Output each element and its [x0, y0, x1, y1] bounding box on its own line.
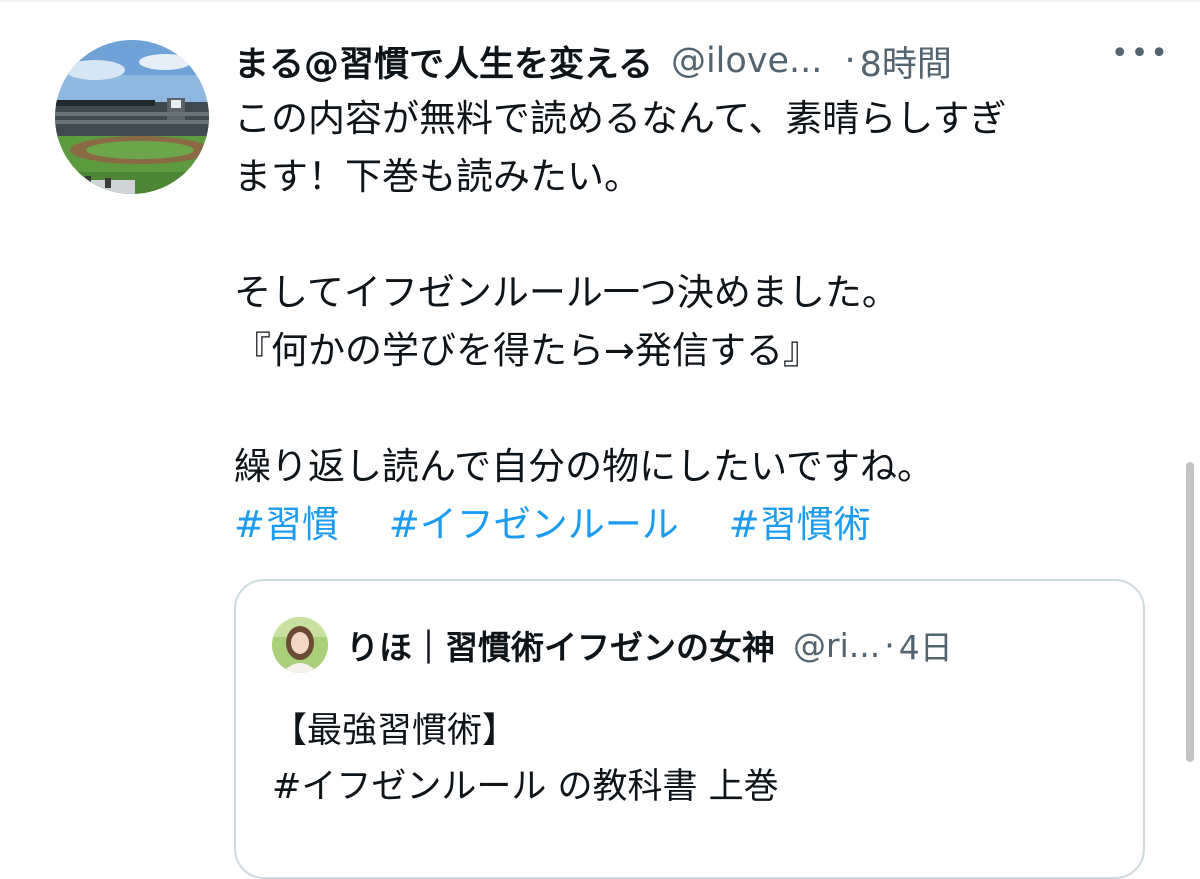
- woman-portrait-icon: [272, 617, 328, 673]
- handle[interactable]: @ilove...: [671, 41, 822, 81]
- tweet-header: まる@習慣で人生を変える @ilove... · 8時間 •••: [234, 36, 1168, 87]
- tweet-text: この内容が無料で読めるなんて、素晴らしすぎ ます！下巻も読みたい。 そしてイフゼ…: [234, 90, 1154, 496]
- quote-tweet[interactable]: りほ｜習慣術イフゼンの女神 @ri... · 4日 【最強習慣術】 #イフゼンル…: [234, 579, 1145, 879]
- hashtag-link[interactable]: #習慣: [234, 503, 339, 546]
- more-icon[interactable]: •••: [1111, 36, 1170, 71]
- avatar[interactable]: [55, 40, 209, 194]
- quote-separator: ·: [884, 625, 895, 665]
- quote-line: #イフゼンルール の教科書 上巻: [272, 767, 779, 807]
- quote-handle[interactable]: @ri...: [793, 626, 880, 665]
- quote-text: 【最強習慣術】 #イフゼンルール の教科書 上巻: [272, 703, 779, 815]
- separator: ·: [844, 41, 856, 81]
- quote-timestamp[interactable]: 4日: [899, 621, 953, 669]
- quote-header: りほ｜習慣術イフゼンの女神 @ri... · 4日: [272, 617, 953, 673]
- tweet[interactable]: まる@習慣で人生を変える @ilove... · 8時間 ••• この内容が無料…: [234, 36, 1168, 554]
- tweet-line: 繰り返し読んで自分の物にしたいですね。: [234, 445, 935, 488]
- scrollbar[interactable]: [1186, 462, 1194, 762]
- display-name[interactable]: まる@習慣で人生を変える: [234, 36, 653, 87]
- quote-display-name[interactable]: りほ｜習慣術イフゼンの女神: [346, 621, 775, 669]
- hashtags: #習慣 #イフゼンルール #習慣術: [234, 496, 1154, 554]
- tweet-line: そしてイフゼンルール一つ決めました。: [234, 271, 899, 314]
- hashtag-link[interactable]: #イフゼンルール: [389, 503, 679, 546]
- quote-avatar[interactable]: [272, 617, 328, 673]
- stadium-photo-icon: [55, 40, 209, 194]
- tweet-line: ます！下巻も読みたい。: [234, 155, 641, 198]
- quote-line: 【最強習慣術】: [272, 711, 518, 751]
- tweet-line: 『何かの学びを得たら→発信する』: [234, 329, 821, 372]
- timestamp[interactable]: 8時間: [860, 36, 952, 87]
- hashtag-link[interactable]: #習慣術: [729, 503, 871, 546]
- tweet-line: この内容が無料で読めるなんて、素晴らしすぎ: [234, 97, 1007, 140]
- top-divider: [0, 0, 1200, 2]
